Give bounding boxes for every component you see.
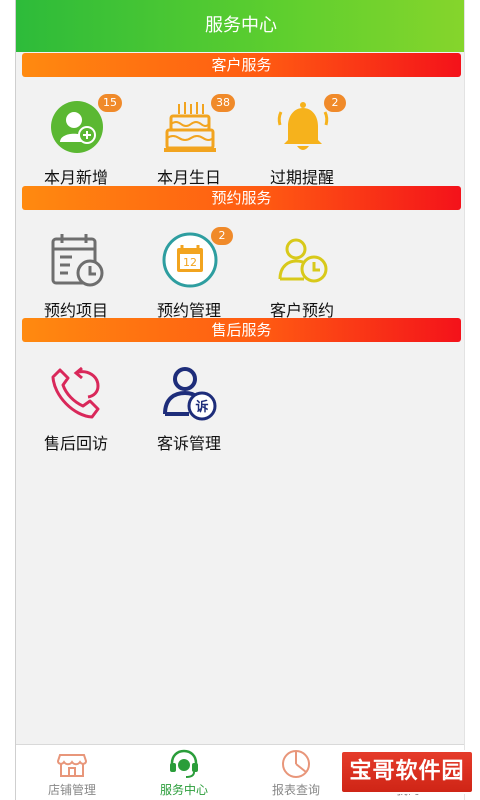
complaint-glyph: 诉	[195, 399, 208, 415]
headset-icon	[168, 749, 200, 779]
tab-label: 服务中心	[159, 783, 208, 797]
add-user-icon	[48, 98, 106, 156]
grid-item-complaint-management[interactable]: 诉 客诉管理	[139, 360, 239, 486]
calendar-day-number: 12	[183, 256, 197, 269]
count-badge: 2	[211, 227, 233, 245]
tab-store-management[interactable]: 店铺管理	[16, 745, 128, 800]
birthday-cake-icon	[161, 98, 219, 156]
watermark-logo: 宝哥软件园	[340, 750, 474, 794]
calendar-clock-icon	[48, 231, 106, 289]
bell-icon	[274, 98, 332, 156]
tab-service-center[interactable]: 服务中心	[128, 745, 240, 800]
grid-item-label: 客诉管理	[156, 434, 221, 453]
grid-item-label: 售后回访	[43, 434, 108, 453]
pie-chart-icon	[280, 749, 312, 779]
section-header-appointment-service: 预约服务	[22, 186, 461, 210]
grid-item-after-sales-callback[interactable]: 售后回访	[26, 360, 126, 486]
page-title: 服务中心	[16, 0, 464, 52]
app-screen: 服务中心 客户服务 15 本月新增 38 本月生日 2 过期提醒 预约服务 预约…	[15, 0, 465, 800]
calendar-day-icon: 12	[161, 231, 219, 289]
grid-item-label: 本月新增	[43, 168, 108, 187]
phone-callback-icon	[48, 364, 106, 422]
tab-report-query[interactable]: 报表查询	[240, 745, 352, 800]
section-header-customer-service: 客户服务	[22, 53, 461, 77]
grid-item-label: 过期提醒	[269, 168, 334, 187]
grid-item-label: 本月生日	[156, 168, 221, 187]
tab-label: 店铺管理	[47, 783, 96, 797]
user-clock-icon	[274, 231, 332, 289]
store-icon	[56, 749, 88, 779]
count-badge: 38	[211, 94, 235, 112]
count-badge: 2	[324, 94, 346, 112]
section-header-after-sales-service: 售后服务	[22, 318, 461, 342]
count-badge: 15	[98, 94, 122, 112]
tab-label: 报表查询	[271, 783, 320, 797]
complaint-user-icon: 诉	[161, 364, 219, 422]
